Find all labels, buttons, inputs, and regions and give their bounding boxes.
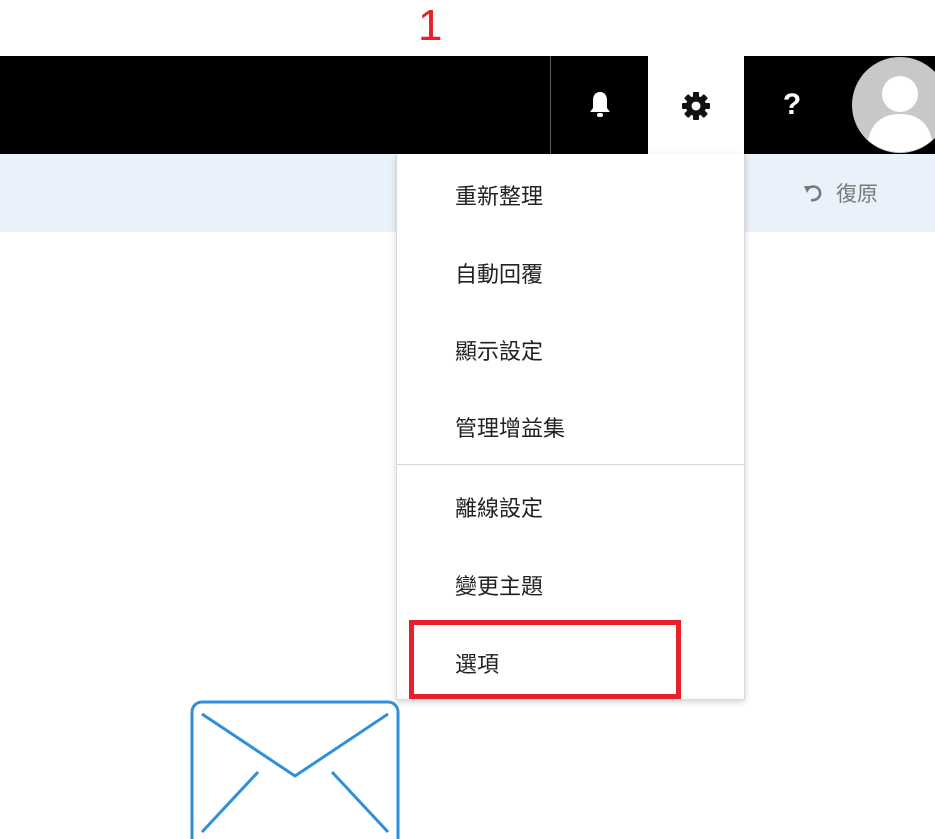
settings-button[interactable]: [648, 56, 744, 155]
highlight-annotation-box: [409, 620, 681, 699]
menu-item-automatic-replies[interactable]: 自動回覆: [397, 234, 744, 312]
menu-item-manage-add-ins[interactable]: 管理增益集: [397, 388, 744, 466]
help-icon: ?: [782, 88, 802, 121]
settings-dropdown-menu: 重新整理 自動回覆 顯示設定 管理增益集 離線設定 變更主題 選項: [396, 154, 745, 700]
undo-icon: [804, 185, 822, 202]
menu-item-display-settings[interactable]: 顯示設定: [397, 311, 744, 389]
avatar[interactable]: [850, 56, 935, 154]
undo-label: 復原: [836, 182, 878, 206]
mail-envelope-icon: [190, 700, 400, 839]
gear-icon: [682, 91, 710, 120]
menu-item-offline-settings[interactable]: 離線設定: [397, 468, 744, 546]
notifications-button[interactable]: [552, 56, 648, 154]
bell-icon: [590, 92, 610, 117]
menu-separator: [397, 464, 744, 465]
menu-item-refresh[interactable]: 重新整理: [397, 156, 744, 234]
step-number-annotation: 1: [418, 1, 443, 50]
topbar-divider: [550, 56, 551, 154]
menu-item-change-theme[interactable]: 變更主題: [397, 546, 744, 624]
help-button[interactable]: ?: [744, 56, 840, 154]
undo-button[interactable]: 復原: [802, 176, 878, 210]
top-nav-bar: ?: [0, 56, 935, 155]
